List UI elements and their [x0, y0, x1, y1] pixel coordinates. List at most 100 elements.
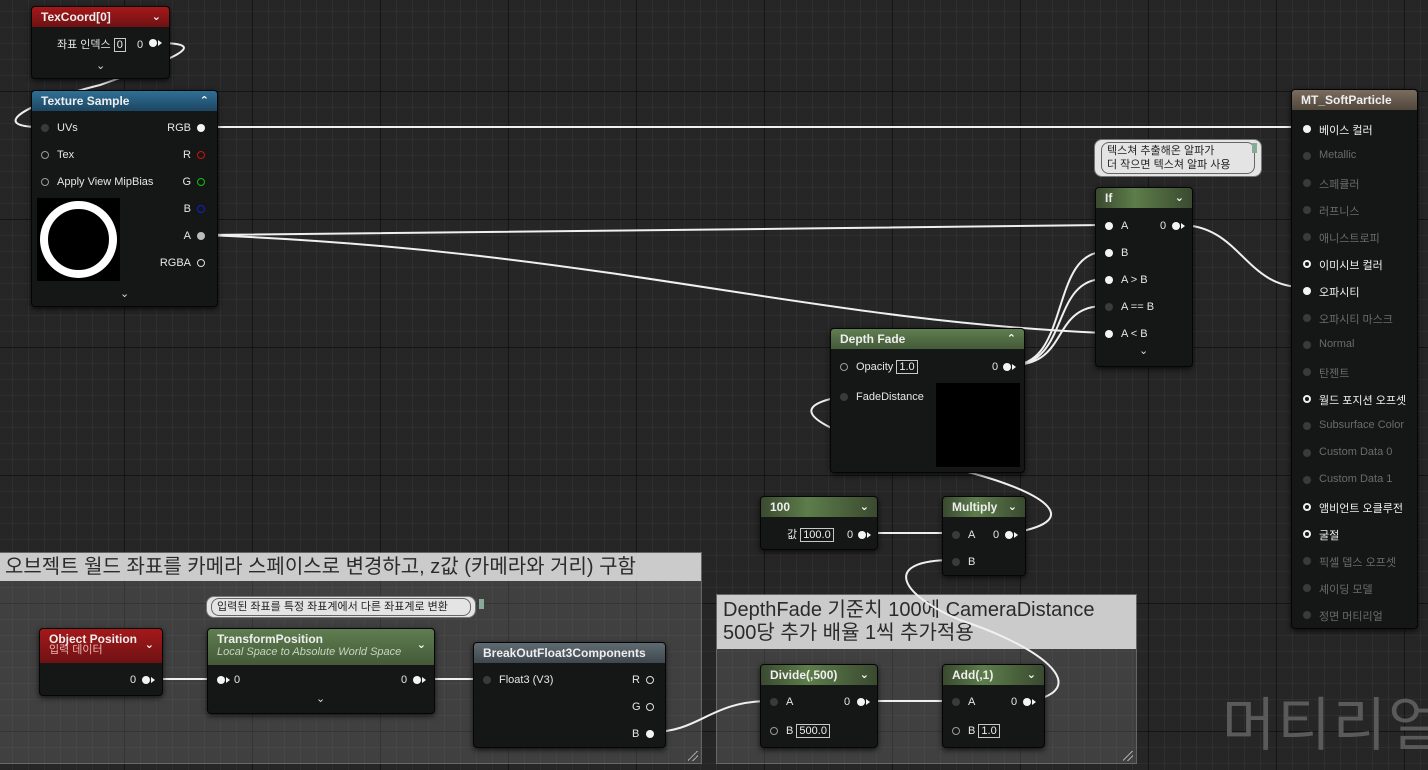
pin-icon[interactable]: [479, 599, 484, 609]
input-pin-eq[interactable]: [1105, 303, 1113, 311]
transform-position-node[interactable]: TransformPosition ⌄ Local Space to Absol…: [207, 628, 435, 714]
add-node[interactable]: Add(,1) ⌄ A 0 B 1.0: [942, 664, 1045, 748]
param-value[interactable]: 0: [113, 38, 126, 52]
output-pin[interactable]: [1003, 363, 1011, 371]
breakout-float3-node[interactable]: BreakOutFloat3Components Float3 (V3) R G…: [473, 642, 666, 748]
node-header[interactable]: 100 ⌄: [761, 497, 877, 517]
output-pin-g[interactable]: [197, 178, 205, 186]
input-pin-tex[interactable]: [41, 151, 49, 159]
output-pin[interactable]: [1005, 531, 1013, 539]
expand-chevron-icon[interactable]: ⌄: [316, 692, 325, 705]
object-position-node[interactable]: Object Position ⌄ 입력 데이터 0: [39, 628, 163, 696]
node-header[interactable]: Depth Fade ⌃: [831, 329, 1024, 349]
result-input-pin[interactable]: [1303, 206, 1311, 214]
input-pin-lt[interactable]: [1105, 330, 1113, 338]
opacity-value[interactable]: 1.0: [896, 360, 918, 374]
divide-node[interactable]: Divide(,500) ⌄ A 0 B 500.0: [760, 664, 878, 748]
chevron-down-icon[interactable]: ⌄: [860, 497, 869, 517]
output-pin[interactable]: [858, 531, 866, 539]
output-pin-a[interactable]: [197, 232, 205, 240]
output-pin[interactable]: [857, 698, 865, 706]
node-header[interactable]: TexCoord[0] ⌄: [32, 7, 169, 27]
result-input-pin[interactable]: [1303, 260, 1311, 268]
expand-chevron-icon[interactable]: ⌄: [1139, 344, 1148, 357]
chevron-down-icon[interactable]: ⌄: [417, 635, 426, 655]
input-pin-b[interactable]: [952, 727, 960, 735]
node-header[interactable]: Object Position ⌄ 입력 데이터: [40, 629, 162, 663]
output-pin-r[interactable]: [197, 151, 205, 159]
texcoord-node[interactable]: TexCoord[0] ⌄ 좌표 인덱스 0 0 ⌄: [31, 6, 170, 79]
chevron-down-icon[interactable]: ⌄: [152, 7, 161, 27]
node-header[interactable]: Texture Sample ⌃: [32, 91, 217, 111]
output-pin[interactable]: [142, 676, 150, 684]
result-input-pin[interactable]: [1303, 368, 1311, 376]
pin-icon[interactable]: [1252, 143, 1257, 153]
texture-sample-node[interactable]: Texture Sample ⌃ UVs Tex Apply View MipB…: [31, 90, 218, 307]
depth-fade-node[interactable]: Depth Fade ⌃ Opacity 1.0 0 FadeDistance: [830, 328, 1025, 473]
input-pin-float3[interactable]: [483, 676, 491, 684]
node-header[interactable]: If ⌄: [1096, 188, 1192, 208]
input-pin-fadedistance[interactable]: [840, 393, 848, 401]
result-input-pin[interactable]: [1303, 314, 1311, 322]
constant-100-node[interactable]: 100 ⌄ 값 100.0 0: [760, 496, 878, 550]
resize-handle[interactable]: [688, 751, 698, 761]
node-header[interactable]: Add(,1) ⌄: [943, 665, 1044, 685]
b-value-field[interactable]: 500.0: [796, 724, 830, 738]
input-pin-a[interactable]: [770, 698, 778, 706]
if-node[interactable]: If ⌄ A 0 B A > B A == B A < B ⌄: [1095, 187, 1193, 367]
result-input-pin[interactable]: [1303, 503, 1311, 511]
input-pin-b[interactable]: [952, 558, 960, 566]
result-input-pin[interactable]: [1303, 476, 1311, 484]
output-pin[interactable]: [413, 676, 421, 684]
chevron-down-icon[interactable]: ⌄: [1008, 497, 1017, 517]
input-pin[interactable]: [217, 676, 225, 684]
chevron-down-icon[interactable]: ⌄: [1175, 188, 1184, 208]
result-input-pin[interactable]: [1303, 530, 1311, 538]
result-input-pin[interactable]: [1303, 179, 1311, 187]
input-pin-b[interactable]: [770, 727, 778, 735]
output-pin[interactable]: [149, 39, 157, 47]
output-pin-g[interactable]: [646, 703, 654, 711]
input-pin-b[interactable]: [1105, 249, 1113, 257]
output-pin[interactable]: [1172, 222, 1180, 230]
result-input-pin[interactable]: [1303, 395, 1311, 403]
resize-handle[interactable]: [1123, 751, 1133, 761]
result-input-pin[interactable]: [1303, 341, 1311, 349]
input-pin-a[interactable]: [1105, 222, 1113, 230]
result-input-pin[interactable]: [1303, 233, 1311, 241]
result-input-pin[interactable]: [1303, 611, 1311, 619]
input-pin-a[interactable]: [952, 698, 960, 706]
input-pin-mipbias[interactable]: [41, 178, 49, 186]
node-header[interactable]: MT_SoftParticle: [1292, 90, 1417, 110]
result-input-pin[interactable]: [1303, 287, 1311, 295]
chevron-down-icon[interactable]: ⌄: [860, 665, 869, 685]
multiply-node[interactable]: Multiply ⌄ A 0 B: [942, 496, 1026, 576]
b-value-field[interactable]: 1.0: [978, 724, 1000, 738]
chevron-down-icon[interactable]: ⌄: [145, 635, 154, 655]
input-pin-uvs[interactable]: [41, 124, 49, 132]
node-header[interactable]: Divide(,500) ⌄: [761, 665, 877, 685]
output-pin-b[interactable]: [646, 730, 654, 738]
output-pin-rgb[interactable]: [197, 124, 205, 132]
expand-chevron-icon[interactable]: ⌄: [120, 287, 129, 300]
node-header[interactable]: TransformPosition ⌄ Local Space to Absol…: [208, 629, 434, 665]
chevron-down-icon[interactable]: ⌄: [1027, 665, 1036, 685]
node-header[interactable]: Multiply ⌄: [943, 497, 1025, 517]
result-input-pin[interactable]: [1303, 422, 1311, 430]
output-pin[interactable]: [1023, 698, 1031, 706]
result-input-pin[interactable]: [1303, 152, 1311, 160]
chevron-up-icon[interactable]: ⌃: [1007, 329, 1016, 349]
result-input-pin[interactable]: [1303, 449, 1311, 457]
input-pin-a[interactable]: [952, 531, 960, 539]
input-pin-gt[interactable]: [1105, 276, 1113, 284]
node-header[interactable]: BreakOutFloat3Components: [474, 643, 665, 663]
output-pin-r[interactable]: [646, 676, 654, 684]
result-input-pin[interactable]: [1303, 584, 1311, 592]
expand-chevron-icon[interactable]: ⌄: [96, 59, 105, 72]
output-pin-b[interactable]: [197, 205, 205, 213]
material-result-node[interactable]: MT_SoftParticle 베이스 컬러 Metallic 스페큘러 러프니스 애니…: [1291, 89, 1418, 629]
value-field[interactable]: 100.0: [800, 528, 834, 542]
output-pin-rgba[interactable]: [197, 259, 205, 267]
result-input-pin[interactable]: [1303, 125, 1311, 133]
chevron-up-icon[interactable]: ⌃: [200, 91, 209, 111]
